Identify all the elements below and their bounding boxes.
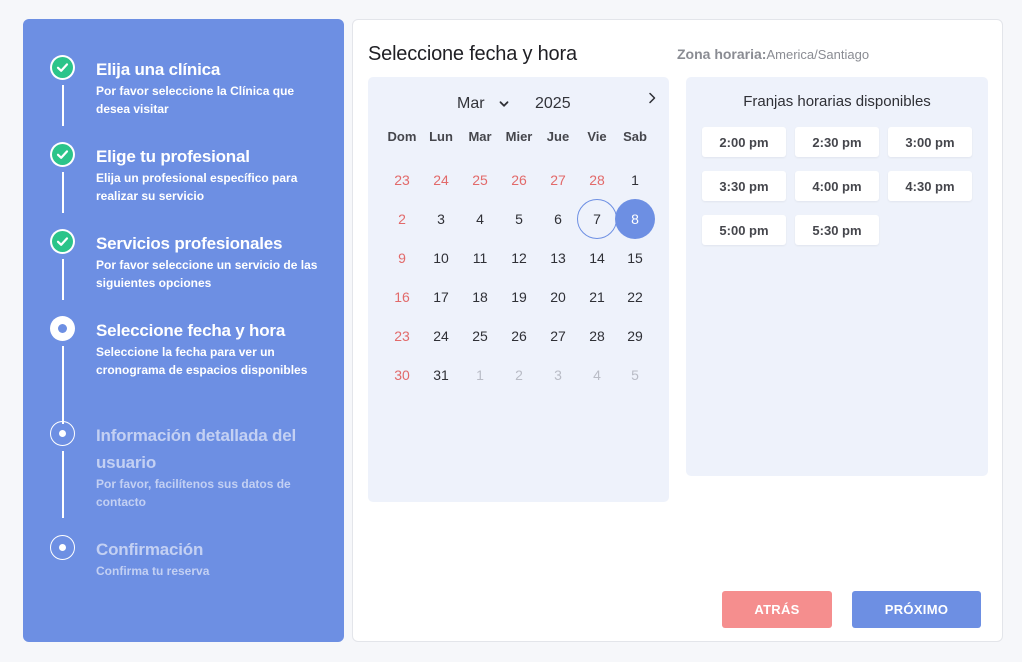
calendar-day[interactable]: 4 (460, 199, 500, 239)
calendar-day[interactable]: 29 (615, 316, 655, 356)
calendar-day[interactable]: 7 (577, 199, 617, 239)
steps-sidebar: Elija una clínica Por favor seleccione l… (23, 19, 344, 642)
step-title: Confirmación (96, 540, 204, 559)
calendar-day[interactable]: 16 (382, 277, 422, 317)
time-slot-button[interactable]: 3:30 pm (702, 171, 786, 201)
calendar-day: 4 (593, 367, 601, 383)
step-connector (62, 172, 64, 213)
calendar-day[interactable]: 10 (421, 238, 461, 278)
booking-wizard: Elija una clínica Por favor seleccione l… (0, 0, 1022, 662)
time-slots-title: Franjas horarias disponibles (743, 93, 931, 110)
time-slot-button[interactable]: 3:00 pm (888, 127, 972, 157)
calendar-day[interactable]: 18 (460, 277, 500, 317)
step-connector (62, 346, 64, 424)
step-description: Elija un profesional específico para rea… (96, 171, 298, 203)
timezone-label: Zona horaria: (677, 46, 767, 62)
calendar-day: 2 (515, 367, 523, 383)
chevron-down-icon (499, 101, 508, 107)
calendar-day[interactable]: 13 (538, 238, 578, 278)
calendar-day[interactable]: 2 (382, 199, 422, 239)
calendar-day[interactable]: 24 (421, 316, 461, 356)
weekday-label: Sab (623, 129, 647, 144)
weekday-label: Mier (505, 129, 533, 144)
step-connector (62, 451, 64, 518)
pending-step-icon (50, 535, 75, 560)
page-title: Seleccione fecha y hora (368, 43, 577, 65)
calendar-day: 28 (589, 172, 605, 188)
check-icon (50, 229, 75, 254)
step-connector (62, 85, 64, 126)
weekday-label: Dom (387, 129, 417, 144)
calendar-day[interactable]: 1 (615, 160, 655, 200)
time-slot-button[interactable]: 2:00 pm (702, 127, 786, 157)
calendar-day: 3 (554, 367, 562, 383)
calendar-day[interactable]: 9 (382, 238, 422, 278)
chevron-right-icon[interactable] (645, 91, 659, 105)
current-step-icon (50, 316, 75, 341)
calendar-day: 26 (511, 172, 527, 188)
time-slot-button[interactable]: 2:30 pm (795, 127, 879, 157)
time-slots-panel: Franjas horarias disponibles 2:00 pm 2:30… (686, 77, 988, 476)
month-select[interactable]: Mar (457, 95, 509, 113)
step-description: Por favor seleccione un servicio de las … (96, 258, 318, 290)
calendar-day: 23 (394, 172, 410, 188)
calendar-day: 5 (631, 367, 639, 383)
year-input[interactable]: 2025 (535, 95, 571, 113)
calendar-day[interactable]: 12 (499, 238, 539, 278)
calendar-day[interactable]: 11 (460, 238, 500, 278)
calendar-day: 1 (476, 367, 484, 383)
weekday-label: Jue (546, 129, 570, 144)
step-description: Seleccione la fecha para ver un cronogra… (96, 345, 308, 377)
calendar-day[interactable]: 15 (615, 238, 655, 278)
time-slot-button[interactable]: 4:00 pm (795, 171, 879, 201)
time-slot-button[interactable]: 5:30 pm (795, 215, 879, 245)
date-time-panel: Seleccione fecha y hora Zona horaria:Ame… (352, 19, 1003, 642)
calendar-day: 25 (472, 172, 488, 188)
calendar-day[interactable]: 28 (577, 316, 617, 356)
calendar-day[interactable]: 22 (615, 277, 655, 317)
next-button[interactable]: PRÓXIMO (852, 591, 981, 628)
check-icon (50, 55, 75, 80)
calendar-day[interactable]: 21 (577, 277, 617, 317)
step-title: Elige tu profesional (96, 147, 250, 166)
weekday-label: Mar (468, 129, 492, 144)
calendar-day[interactable]: 19 (499, 277, 539, 317)
pending-step-icon (50, 421, 75, 446)
calendar-day[interactable]: 5 (499, 199, 539, 239)
calendar-day[interactable]: 30 (382, 355, 422, 395)
step-title: Seleccione fecha y hora (96, 321, 286, 340)
calendar-day[interactable]: 3 (421, 199, 461, 239)
step-title: Información detallada del usuario (96, 426, 296, 472)
step-title: Elija una clínica (96, 60, 221, 79)
calendar: Mar 2025 Dom Lun Mar Mier Jue Vie Sab 23 24 25 26… (368, 77, 669, 502)
calendar-day[interactable]: 20 (538, 277, 578, 317)
calendar-day[interactable]: 27 (538, 316, 578, 356)
calendar-day[interactable]: 23 (382, 316, 422, 356)
check-icon (50, 142, 75, 167)
step-description: Por favor, facilítenos sus datos de cont… (96, 477, 291, 509)
calendar-day[interactable]: 31 (421, 355, 461, 395)
calendar-day: 27 (550, 172, 566, 188)
month-value: Mar (457, 95, 485, 112)
time-slot-button[interactable]: 4:30 pm (888, 171, 972, 201)
step-title: Servicios profesionales (96, 234, 283, 253)
time-slot-button[interactable]: 5:00 pm (702, 215, 786, 245)
calendar-day: 24 (433, 172, 449, 188)
calendar-day[interactable]: 14 (577, 238, 617, 278)
timezone-value: America/Santiago (766, 47, 870, 62)
calendar-day[interactable]: 8 (615, 199, 655, 239)
step-connector (62, 259, 64, 300)
calendar-day[interactable]: 6 (538, 199, 578, 239)
calendar-day[interactable]: 25 (460, 316, 500, 356)
calendar-day[interactable]: 26 (499, 316, 539, 356)
step-description: Confirma tu reserva (96, 564, 210, 578)
timezone: Zona horaria:America/Santiago (677, 46, 869, 62)
back-button[interactable]: ATRÁS (722, 591, 832, 628)
weekday-label: Vie (587, 129, 607, 144)
weekday-label: Lun (429, 129, 453, 144)
step-description: Por favor seleccione la Clínica que dese… (96, 84, 295, 116)
calendar-day[interactable]: 17 (421, 277, 461, 317)
